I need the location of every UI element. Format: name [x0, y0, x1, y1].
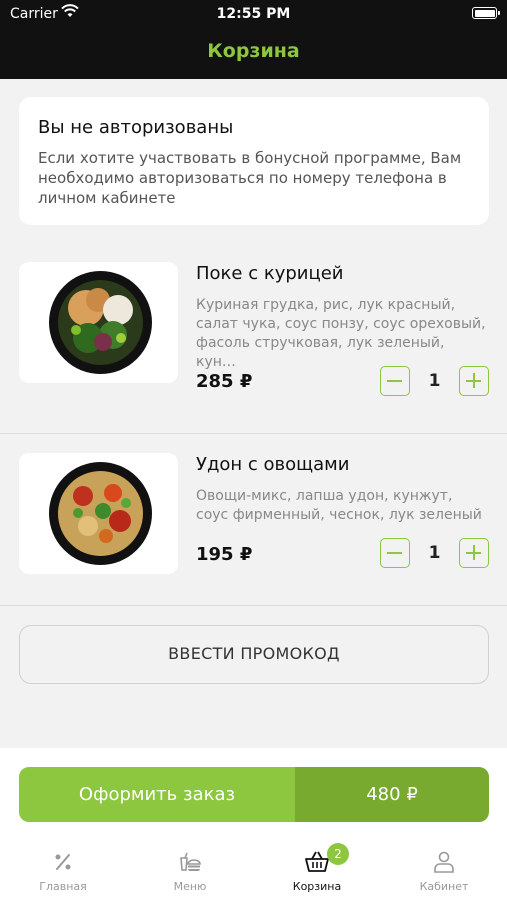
percent-icon	[55, 854, 71, 870]
product-image[interactable]	[19, 453, 178, 574]
product-price: 195 ₽	[196, 544, 253, 565]
product-price: 285 ₽	[196, 371, 253, 392]
auth-notice-card[interactable]: Вы не авторизованы Если хотите участвова…	[19, 97, 489, 225]
tab-bar: Главная Меню 2 Корзина Кабинет	[0, 843, 507, 900]
udon-bowl-image	[49, 462, 152, 565]
tab-label: Корзина	[292, 880, 342, 893]
checkout-total: 480 ₽	[295, 767, 489, 822]
tab-profile[interactable]: Кабинет	[381, 843, 507, 900]
product-description: Овощи-микс, лапша удон, кунжут, соус фир…	[196, 488, 482, 523]
profile-icon	[434, 851, 454, 873]
increase-button[interactable]	[459, 538, 489, 568]
tab-label: Главная	[39, 880, 87, 893]
page-title: Корзина	[207, 40, 300, 62]
battery-icon	[472, 7, 500, 19]
quantity-stepper: 1	[380, 366, 490, 396]
auth-notice-text: Если хотите участвовать в бонусной прогр…	[38, 149, 462, 207]
checkout-label: Оформить заказ	[19, 767, 295, 822]
quantity-stepper: 1	[380, 538, 490, 568]
product-image[interactable]	[19, 262, 178, 383]
decrease-button[interactable]	[380, 366, 410, 396]
cart-item: Поке с курицей Куриная грудка, рис, лук …	[0, 243, 507, 434]
menu-burger-icon	[180, 852, 201, 871]
cart-item: Удон с овощами Овощи-микс, лапша удон, к…	[0, 434, 507, 606]
status-time: 12:55 PM	[216, 6, 291, 22]
status-bar: Carrier 12:55 PM	[0, 0, 507, 28]
tab-label: Кабинет	[419, 880, 469, 893]
top-bar: Carrier 12:55 PM Корзина	[0, 0, 507, 79]
tab-label: Меню	[173, 880, 207, 893]
quantity-value: 1	[428, 543, 441, 563]
increase-button[interactable]	[459, 366, 489, 396]
poke-bowl-image	[49, 271, 152, 374]
tab-menu[interactable]: Меню	[127, 843, 253, 900]
auth-notice-title: Вы не авторизованы	[38, 117, 234, 138]
product-name[interactable]: Удон с овощами	[196, 454, 349, 475]
decrease-button[interactable]	[380, 538, 410, 568]
tab-home[interactable]: Главная	[0, 843, 126, 900]
checkout-button[interactable]: Оформить заказ 480 ₽	[19, 767, 489, 822]
promo-code-button[interactable]: ВВЕСТИ ПРОМОКОД	[19, 625, 489, 684]
bottom-panel: Оформить заказ 480 ₽ Главная Меню 2 Корз…	[0, 748, 507, 900]
quantity-value: 1	[428, 371, 441, 391]
tab-cart[interactable]: 2 Корзина	[254, 843, 380, 900]
product-name[interactable]: Поке с курицей	[196, 263, 344, 284]
product-description: Куриная грудка, рис, лук красный, салат …	[196, 297, 486, 370]
cart-count-badge: 2	[327, 843, 349, 865]
